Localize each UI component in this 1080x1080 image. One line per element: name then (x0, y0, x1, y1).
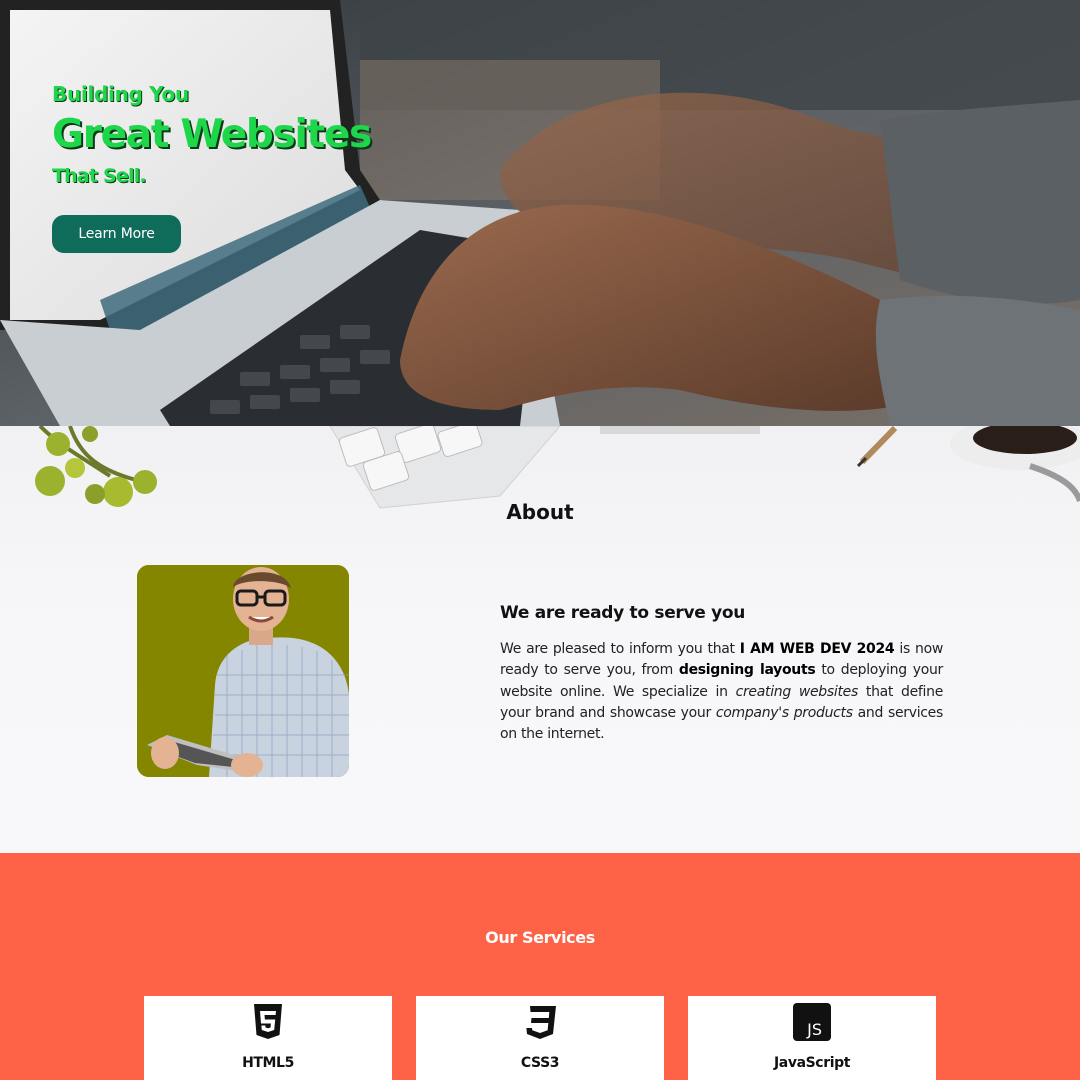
about-title: About (506, 500, 574, 524)
hero-section: Building You Great Websites That Sell. L… (0, 0, 1080, 426)
css3-icon (524, 1006, 556, 1039)
keyboard-icon (329, 426, 561, 509)
hero-subline: That Sell. (52, 165, 147, 187)
coffee-cup-icon (950, 426, 1080, 503)
highlight-designing-layouts: designing layouts (678, 662, 816, 679)
services-section: Our Services HTML5 CSS3 JS JavaScript (0, 853, 1080, 1080)
company-name: I AM WEB DEV 2024 (739, 641, 895, 657)
plant-icon (35, 426, 157, 507)
service-label: HTML5 (242, 1055, 294, 1071)
services-title: Our Services (485, 928, 595, 947)
pencil-icon (856, 426, 898, 468)
service-card-css3[interactable]: CSS3 (416, 996, 664, 1080)
svg-text:JS: JS (806, 1020, 822, 1039)
javascript-icon: JS (793, 1003, 831, 1041)
learn-more-button[interactable]: Learn More (52, 215, 181, 253)
service-label: JavaScript (773, 1055, 851, 1071)
about-description: We are pleased to inform you that I AM W… (500, 641, 944, 743)
about-heading: We are ready to serve you (500, 603, 746, 623)
service-card-html5[interactable]: HTML5 (144, 996, 392, 1080)
html5-icon (254, 1004, 282, 1039)
developer-photo (137, 565, 349, 777)
about-section: About We are ready to serve you We are p… (0, 426, 1080, 853)
hero-text-block: Building You Great Websites That Sell. L… (52, 82, 372, 253)
hero-tagline: Building You (52, 82, 189, 106)
service-label: CSS3 (520, 1055, 560, 1071)
service-card-javascript[interactable]: JS JavaScript (688, 996, 936, 1080)
hero-headline: Great Websites (52, 112, 372, 157)
